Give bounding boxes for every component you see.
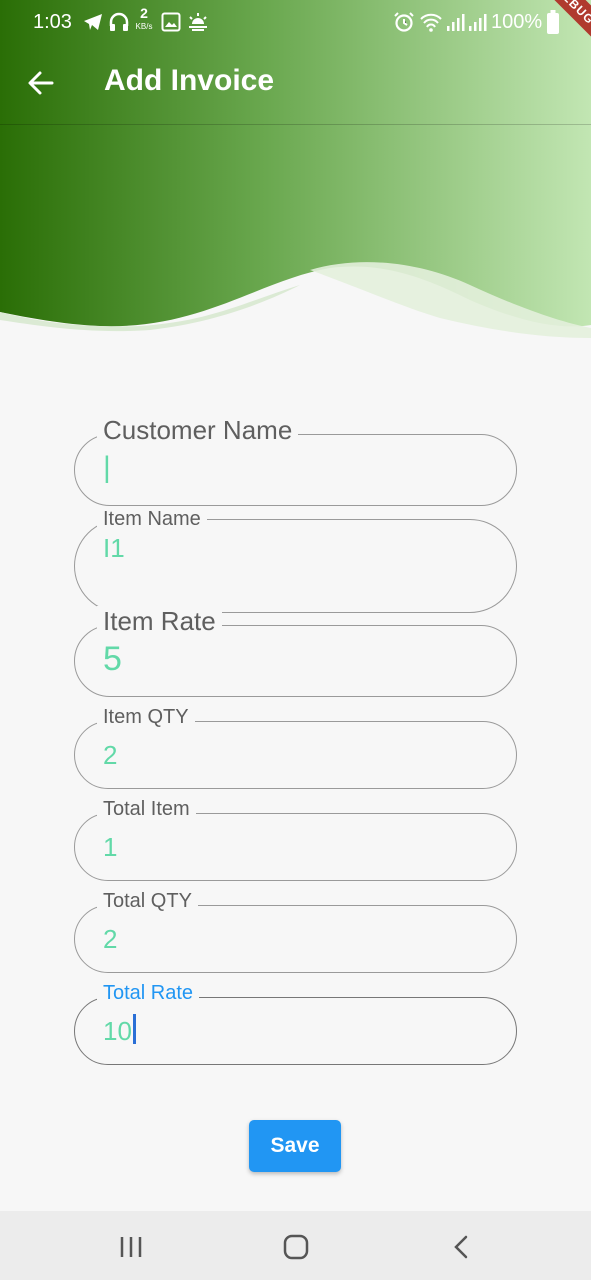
item-qty-value[interactable]: 2 xyxy=(103,740,117,771)
status-bar: 1:03 2 KB/s 100% xyxy=(0,0,591,44)
back-button[interactable] xyxy=(22,64,60,102)
wifi-icon xyxy=(420,13,442,32)
item-name-field[interactable]: Item Name I1 xyxy=(74,508,517,613)
header-wave-background xyxy=(0,0,591,338)
item-name-label: Item Name xyxy=(97,508,207,531)
total-item-label: Total Item xyxy=(97,798,196,821)
total-rate-value: 10 xyxy=(103,1016,132,1046)
total-qty-label: Total QTY xyxy=(97,890,198,913)
item-name-value[interactable]: I1 xyxy=(103,533,125,564)
item-rate-value[interactable]: 5 xyxy=(103,640,122,679)
system-nav-bar xyxy=(0,1211,591,1280)
weather-icon xyxy=(189,13,207,31)
alarm-icon xyxy=(394,12,414,32)
network-speed-value: 2 xyxy=(140,5,148,21)
text-cursor xyxy=(132,1014,136,1044)
battery-percent: 100% xyxy=(491,11,543,33)
item-rate-field[interactable]: Item Rate 5 xyxy=(74,606,517,697)
customer-name-value[interactable]: | xyxy=(103,451,111,485)
network-speed: 2 KB/s xyxy=(133,5,155,33)
item-qty-label: Item QTY xyxy=(97,706,195,729)
signal-icon xyxy=(447,14,465,31)
gallery-icon xyxy=(161,12,181,32)
total-rate-field[interactable]: Total Rate 10 xyxy=(74,982,517,1065)
total-item-value[interactable]: 1 xyxy=(103,832,117,863)
status-time: 1:03 xyxy=(33,11,72,33)
headphones-icon xyxy=(109,12,129,31)
item-qty-field[interactable]: Item QTY 2 xyxy=(74,706,517,789)
back-arrow-icon xyxy=(28,71,54,95)
recent-apps-button[interactable] xyxy=(111,1229,151,1265)
total-rate-label: Total Rate xyxy=(97,982,200,1005)
network-speed-unit: KB/s xyxy=(135,22,153,31)
nav-back-icon xyxy=(454,1235,468,1259)
recent-apps-icon xyxy=(120,1237,142,1257)
app-header: Add Invoice xyxy=(0,0,591,340)
system-back-button[interactable] xyxy=(442,1229,482,1265)
total-item-field[interactable]: Total Item 1 xyxy=(74,798,517,881)
app-bar-divider xyxy=(0,124,591,125)
customer-name-label: Customer Name xyxy=(97,415,299,446)
total-rate-input[interactable]: 10 xyxy=(103,1014,136,1047)
total-qty-value[interactable]: 2 xyxy=(103,924,117,955)
telegram-icon xyxy=(84,14,102,30)
signal-icon-2 xyxy=(469,14,487,31)
home-button[interactable] xyxy=(276,1229,316,1265)
battery-icon xyxy=(547,10,559,34)
customer-name-field[interactable]: Customer Name | xyxy=(74,415,517,506)
total-qty-field[interactable]: Total QTY 2 xyxy=(74,890,517,973)
item-rate-label: Item Rate xyxy=(97,606,222,637)
home-icon xyxy=(283,1234,309,1260)
page-title: Add Invoice xyxy=(104,64,275,97)
save-button[interactable]: Save xyxy=(249,1120,341,1172)
